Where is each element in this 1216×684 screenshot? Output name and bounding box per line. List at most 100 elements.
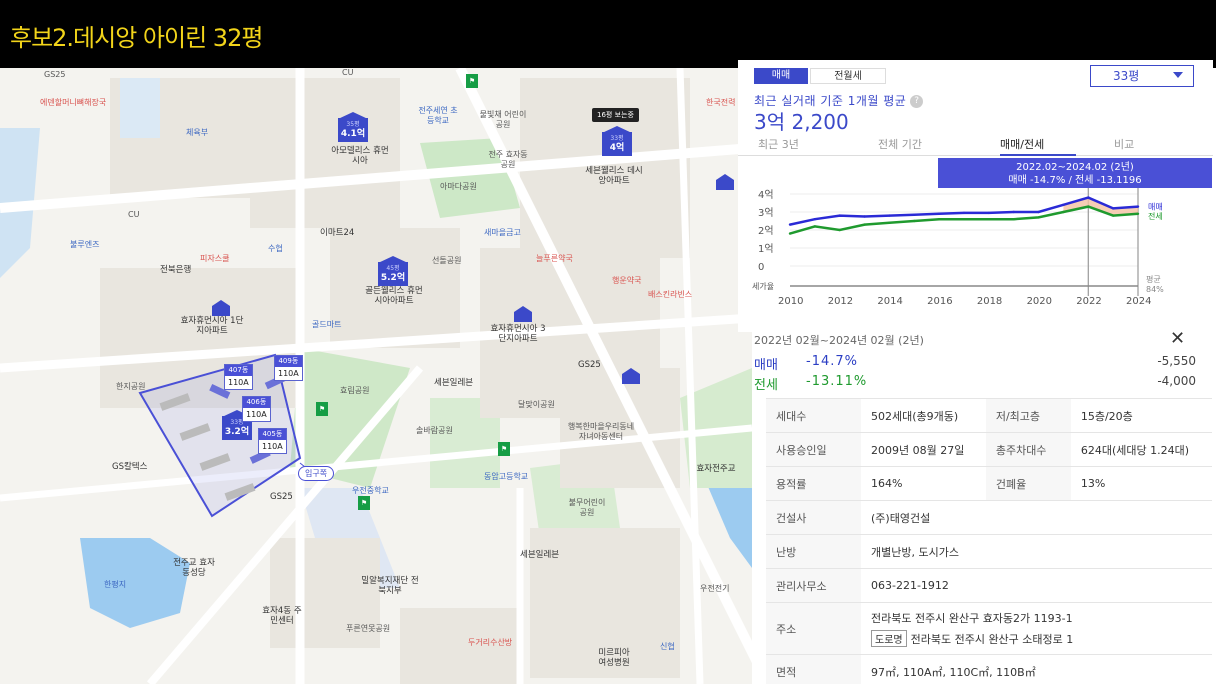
dong-tag-type: 110A	[246, 410, 267, 419]
price-marker-price: 5.2억	[380, 273, 406, 283]
entrance-label[interactable]: 입구쪽	[298, 466, 335, 481]
series-point-1	[937, 218, 941, 221]
series-point-0	[1062, 203, 1065, 206]
price-marker-price: 4.1억	[340, 129, 366, 139]
gap-right-value: 84%	[1146, 285, 1164, 294]
y-tick-label: 0	[758, 262, 764, 273]
series-point-0	[813, 218, 817, 221]
compare-panel: 2022년 02월~2024년 02월 (2년) ✕ 매매 -14.7% -5,…	[752, 322, 1214, 396]
label-sinhan: 신협	[660, 642, 675, 651]
apt-icon-3[interactable]	[514, 306, 532, 322]
info-key: 면적	[766, 654, 861, 684]
label-cu-left: CU	[128, 210, 140, 219]
compare-range: 2022년 02월~2024년 02월 (2년)	[754, 334, 924, 347]
label-gs25-top: GS25	[44, 70, 66, 79]
complex-info-table: 세대수 502세대(총9개동) 저/최고층 15층/20층 사용승인일 2009…	[766, 398, 1212, 684]
pyeong-select[interactable]: 33평	[1090, 65, 1194, 87]
label-bank: 전북은행	[160, 265, 192, 275]
label-sports-center: 행복한마을우리동네 자녀아동센터	[567, 422, 635, 441]
series-point-1	[863, 223, 866, 226]
map-sports-field	[120, 78, 160, 138]
label-suwon: 수협	[268, 244, 283, 253]
tab-trade-jeonse[interactable]: 매매/전세	[1000, 136, 1044, 152]
hover-tooltip: 16평 보는중	[592, 108, 639, 122]
series-point-1	[962, 218, 966, 221]
x-tick-label: 2014	[877, 296, 902, 307]
info-key: 건설사	[766, 500, 861, 535]
info-value: 13%	[1070, 466, 1212, 501]
series-point-1	[1087, 205, 1090, 208]
info-value: 063-221-1912	[861, 568, 1212, 603]
y-tick-label: 2억	[758, 225, 774, 237]
tab-jeonse[interactable]: 전월세	[810, 68, 886, 84]
series-point-0	[788, 223, 792, 226]
dong-tag-406[interactable]: 406동 110A	[242, 396, 271, 422]
label-emart: 이마트24	[320, 228, 355, 238]
series-point-0	[1111, 207, 1115, 210]
dong-tag-dong: 405동	[259, 429, 286, 440]
dong-tag-409[interactable]: 409동 110A	[274, 355, 303, 381]
label-gangnam-right: 우전전기	[700, 584, 730, 593]
title-bar: 후보2.데시앙 아이린 32평	[0, 0, 1216, 68]
table-row: 면적 97㎡, 110A㎡, 110C㎡, 110B㎡	[766, 654, 1212, 684]
price-marker-3[interactable]: 45평 5.2억	[378, 256, 408, 286]
label-jeonju-right: 한국전력	[706, 98, 736, 107]
label-pharm: 늘푸른약국	[536, 254, 573, 263]
x-tick-label: 2018	[977, 296, 1002, 307]
road-badge: 도로명	[871, 630, 907, 647]
compare-trade-pct: -14.7%	[806, 354, 858, 369]
label-building-hyoja: 효자휴먼시아 1단지아파트	[180, 316, 244, 336]
label-woojung: 우전중학교	[352, 486, 389, 495]
apt-icon-2[interactable]	[212, 300, 230, 316]
map-lake	[80, 538, 190, 628]
y-tick-label: 3억	[758, 207, 774, 219]
tab-compare[interactable]: 비교	[1114, 136, 1134, 152]
label-building-hyoja3: 효자휴먼시아 3단지아파트	[490, 324, 546, 344]
label-dongam-school: 동암고등학교	[484, 472, 529, 481]
price-marker-1[interactable]: 35평 4.1억	[338, 112, 368, 142]
tab-trade[interactable]: 매매	[754, 68, 808, 84]
dong-tag-dong: 406동	[243, 397, 270, 408]
label-building-sebien: 세븐웰리스 데시앙아파트	[585, 166, 643, 186]
label-hyoja-right: 효자전주교	[696, 464, 736, 474]
info-value: 624대(세대당 1.24대)	[1070, 432, 1212, 467]
series-point-1	[813, 225, 817, 228]
address-jibun: 전라북도 전주시 완산구 효자동2가 1193-1	[871, 612, 1073, 625]
gap-label: 세가율	[752, 282, 774, 291]
label-building-5: 골든웰리스 휴먼시아아파트	[365, 286, 423, 306]
dong-tag-405[interactable]: 405동 110A	[258, 428, 287, 454]
close-icon[interactable]: ✕	[1170, 328, 1185, 349]
info-key: 저/최고층	[985, 398, 1071, 433]
series-point-1	[788, 232, 792, 235]
label-pizza2: 배스킨라빈스	[648, 290, 693, 299]
price-marker-price: 3.2억	[224, 427, 250, 437]
dong-tag-407[interactable]: 407동 110A	[224, 364, 253, 390]
label-gyeonggi: 한지공원	[116, 382, 146, 391]
label-gs-mid: GS25	[578, 360, 601, 370]
series-point-0	[1087, 196, 1090, 199]
table-row: 관리사무소 063-221-1912	[766, 568, 1212, 603]
label-gs-low: GS25	[270, 492, 293, 502]
label-seven-mid: 세븐일레븐	[434, 378, 474, 388]
info-value: 164%	[861, 466, 986, 501]
x-tick-label: 2020	[1027, 296, 1052, 307]
tab-all-period[interactable]: 전체 기간	[878, 136, 922, 152]
table-row: 난방 개별난방, 도시가스	[766, 534, 1212, 569]
info-key: 세대수	[766, 398, 861, 433]
label-park-sun: 선돌공원	[432, 256, 462, 265]
series-point-1	[1111, 214, 1115, 217]
label-golf: 골드마트	[312, 320, 342, 329]
legend-trade: 매매	[1148, 203, 1163, 212]
active-tab-indicator	[1000, 154, 1076, 156]
price-marker-2[interactable]: 33평 4억	[602, 126, 632, 156]
help-icon[interactable]: ?	[910, 95, 924, 108]
apt-icon-4[interactable]	[622, 368, 640, 384]
period-tabs: 최근 3년 전체 기간 매매/전세 비교	[738, 132, 1213, 156]
series-point-1	[888, 221, 891, 224]
tab-recent-3y[interactable]: 최근 3년	[758, 136, 799, 152]
label-elem-school: 전주세연 초등학교	[418, 106, 458, 125]
apt-icon-1[interactable]	[716, 174, 734, 190]
label-saemaeul: 새마을금고	[484, 228, 521, 237]
map-view[interactable]: GS25 CU 에덴할머니뼈해장국 체육부 CU 불루엔즈 전북은행 피자스쿨 …	[0, 68, 752, 684]
info-value: 97㎡, 110A㎡, 110C㎡, 110B㎡	[861, 654, 1212, 684]
